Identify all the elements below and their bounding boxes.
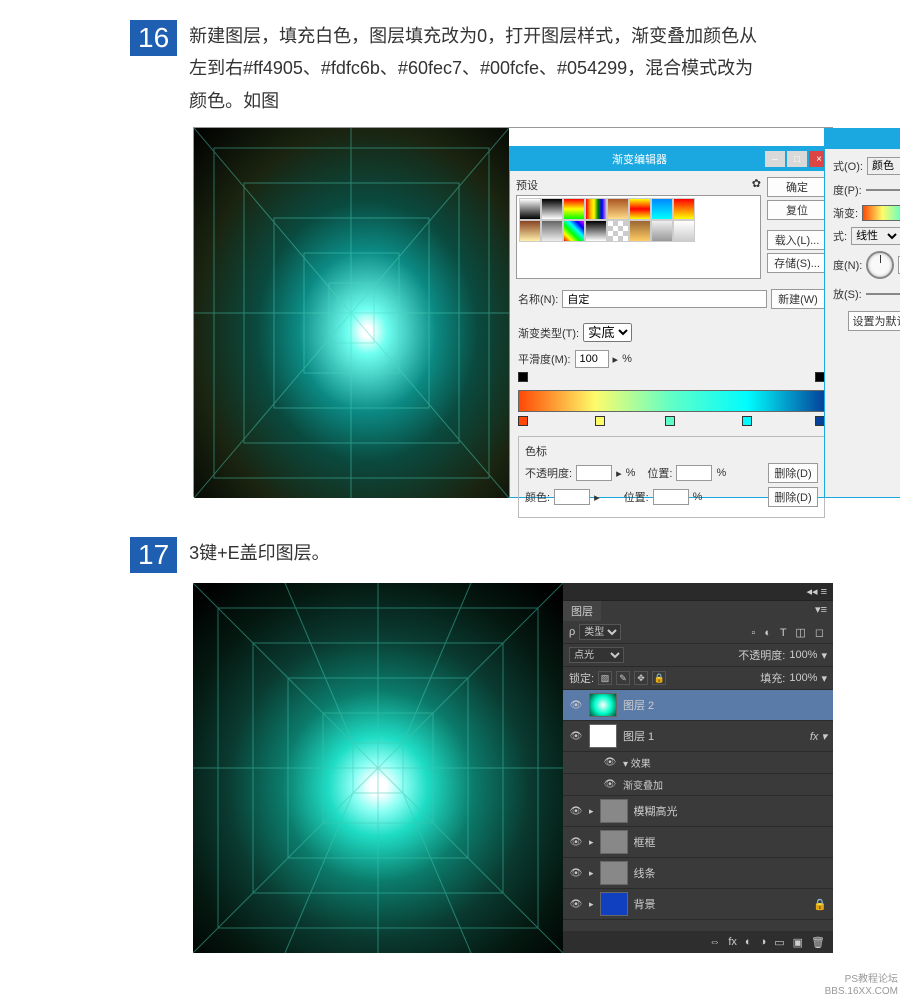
- delete-button-2[interactable]: 删除(D): [768, 487, 818, 507]
- lock-brush-icon[interactable]: ✎: [616, 671, 630, 685]
- fill-label: 填充:: [760, 670, 785, 686]
- angle-knob[interactable]: [866, 251, 894, 279]
- gradient-label: 渐变:: [833, 205, 858, 221]
- scale-label: 放(S):: [833, 286, 862, 302]
- gradient-editor-dialog: 渐变编辑器 – □ × 预设 ✿: [509, 146, 834, 498]
- delete-button[interactable]: 删除(D): [768, 463, 818, 483]
- color-stops[interactable]: [518, 416, 825, 430]
- style-select[interactable]: 线性: [851, 227, 900, 245]
- gear-icon[interactable]: ✿: [752, 177, 761, 190]
- watermark: PS教程论坛BBS.16XX.COM: [825, 974, 898, 998]
- canvas-preview-2: [193, 583, 563, 953]
- preset-swatches[interactable]: [516, 195, 761, 279]
- layers-panel: ◂◂ ≡ 图层▾≡ ρ类型 ▫ ◐ T ◫ ◻ 点光 不透明度: 100%▾ 锁…: [563, 583, 833, 953]
- step-text-16: 新建图层，填充白色，图层填充改为0，打开图层样式，渐变叠加颜色从左到右#ff49…: [189, 20, 770, 117]
- lock-label: 锁定:: [569, 670, 594, 686]
- angle-label: 度(N):: [833, 257, 862, 273]
- layer-effect-item[interactable]: 👁渐变叠加: [563, 774, 833, 796]
- layer-row[interactable]: 👁▸背景🔒: [563, 889, 833, 920]
- layer-effect-item[interactable]: 👁▾ 效果: [563, 752, 833, 774]
- layer-row[interactable]: 👁图层 1fx ▾: [563, 721, 833, 752]
- trash-icon[interactable]: 🗑: [811, 936, 825, 949]
- cancel-button[interactable]: 复位: [767, 200, 827, 220]
- color-label: 颜色:: [525, 489, 550, 505]
- lock-all-icon[interactable]: 🔒: [652, 671, 666, 685]
- new-layer-icon[interactable]: ▣: [793, 936, 803, 949]
- type-select[interactable]: 实底: [583, 323, 632, 342]
- step-number-17: 17: [130, 537, 177, 573]
- blend-mode-select[interactable]: 点光: [569, 647, 624, 663]
- visibility-icon[interactable]: 👁: [569, 866, 583, 880]
- style-label: 式:: [833, 228, 847, 244]
- name-label: 名称(N):: [518, 291, 558, 307]
- step-text-17: 3键+E盖印图层。: [189, 537, 330, 569]
- fx-icon[interactable]: fx: [728, 936, 737, 948]
- layers-footer: ⇔ fx ◐ ◑ ▭ ▣ 🗑: [563, 931, 833, 953]
- layer-row[interactable]: 👁▸模糊高光: [563, 796, 833, 827]
- scale-slider[interactable]: [866, 288, 900, 300]
- layer-row[interactable]: 👁▸框框: [563, 827, 833, 858]
- gradient-swatch[interactable]: [862, 205, 900, 221]
- layer-row[interactable]: 👁图层 2: [563, 690, 833, 721]
- wireframe: [194, 128, 509, 498]
- layer-style-dialog: 图层样式 式(O): 颜色 仿色 度(P): % 渐变: ▾ 反向(R): [824, 128, 900, 498]
- opacity-label: 不透明度:: [738, 647, 785, 663]
- step-16: 16 新建图层，填充白色，图层填充改为0，打开图层样式，渐变叠加颜色从左到右#f…: [0, 0, 900, 127]
- link-icon[interactable]: ⇔: [709, 936, 720, 948]
- filter-icons[interactable]: ▫ ◐ T ◫ ◻: [751, 626, 827, 639]
- layer-row[interactable]: 👁▸线条: [563, 858, 833, 889]
- step-17: 17 3键+E盖印图层。: [0, 517, 900, 583]
- opacity-stops[interactable]: [518, 372, 825, 386]
- presets-label: 预设: [516, 180, 538, 192]
- smooth-label: 平滑度(M):: [518, 351, 571, 367]
- new-button[interactable]: 新建(W): [771, 289, 825, 309]
- gradient-editor-titlebar[interactable]: 渐变编辑器 – □ ×: [510, 147, 833, 171]
- visibility-icon[interactable]: 👁: [569, 835, 583, 849]
- gradient-preview-bar[interactable]: [518, 390, 825, 412]
- opacity-label: 度(P):: [833, 182, 862, 198]
- smooth-input[interactable]: [575, 350, 609, 368]
- lock-move-icon[interactable]: ✥: [634, 671, 648, 685]
- dialog-title: 渐变编辑器: [514, 151, 765, 167]
- fill-value[interactable]: 100%: [789, 672, 817, 684]
- panel-menu-icon[interactable]: ▾≡: [809, 601, 833, 618]
- position-label: 位置:: [647, 465, 672, 481]
- lock-pixels-icon[interactable]: ▨: [598, 671, 612, 685]
- panel-header: ◂◂ ≡: [563, 583, 833, 601]
- filter-kind-select[interactable]: 类型: [579, 624, 621, 640]
- layer-style-title: 图层样式: [825, 129, 900, 149]
- visibility-icon[interactable]: 👁: [569, 804, 583, 818]
- opacity-label: 不透明度:: [525, 465, 572, 481]
- screenshot-16: 渐变编辑器 – □ × 预设 ✿: [0, 127, 900, 517]
- load-button[interactable]: 载入(L)...: [767, 230, 827, 250]
- layers-tab[interactable]: 图层: [563, 601, 601, 621]
- stops-group: 色标 不透明度:▸% 位置:% 删除(D) 颜色:▸ 位置:% 删除(D): [518, 436, 825, 518]
- stops-label: 色标: [525, 443, 818, 459]
- set-default-button[interactable]: 设置为默认值: [848, 311, 900, 331]
- opacity-value[interactable]: 100%: [789, 649, 817, 661]
- window-buttons: – □ ×: [765, 151, 829, 167]
- ok-button[interactable]: 确定: [767, 177, 827, 197]
- opacity-slider[interactable]: [866, 184, 900, 196]
- save-button[interactable]: 存储(S)...: [767, 253, 827, 273]
- group-icon[interactable]: ▭: [774, 936, 784, 949]
- canvas-preview: [194, 128, 509, 498]
- step-number-16: 16: [130, 20, 177, 56]
- name-input[interactable]: [562, 290, 767, 308]
- layer-list: 👁图层 2👁图层 1fx ▾👁▾ 效果👁渐变叠加👁▸模糊高光👁▸框框👁▸线条👁▸…: [563, 690, 833, 920]
- minimize-button[interactable]: –: [765, 151, 785, 167]
- mask-icon[interactable]: ◐: [745, 936, 752, 948]
- blend-mode-label: 式(O):: [833, 158, 863, 174]
- screenshot-17: ◂◂ ≡ 图层▾≡ ρ类型 ▫ ◐ T ◫ ◻ 点光 不透明度: 100%▾ 锁…: [0, 583, 900, 973]
- visibility-icon[interactable]: 👁: [569, 897, 583, 911]
- type-label: 渐变类型(T):: [518, 325, 579, 341]
- visibility-icon[interactable]: 👁: [569, 729, 583, 743]
- adjustment-icon[interactable]: ◑: [760, 936, 767, 948]
- wireframe-2: [193, 583, 563, 953]
- blend-mode-select[interactable]: 颜色: [867, 157, 900, 175]
- maximize-button[interactable]: □: [787, 151, 807, 167]
- visibility-icon[interactable]: 👁: [569, 698, 583, 712]
